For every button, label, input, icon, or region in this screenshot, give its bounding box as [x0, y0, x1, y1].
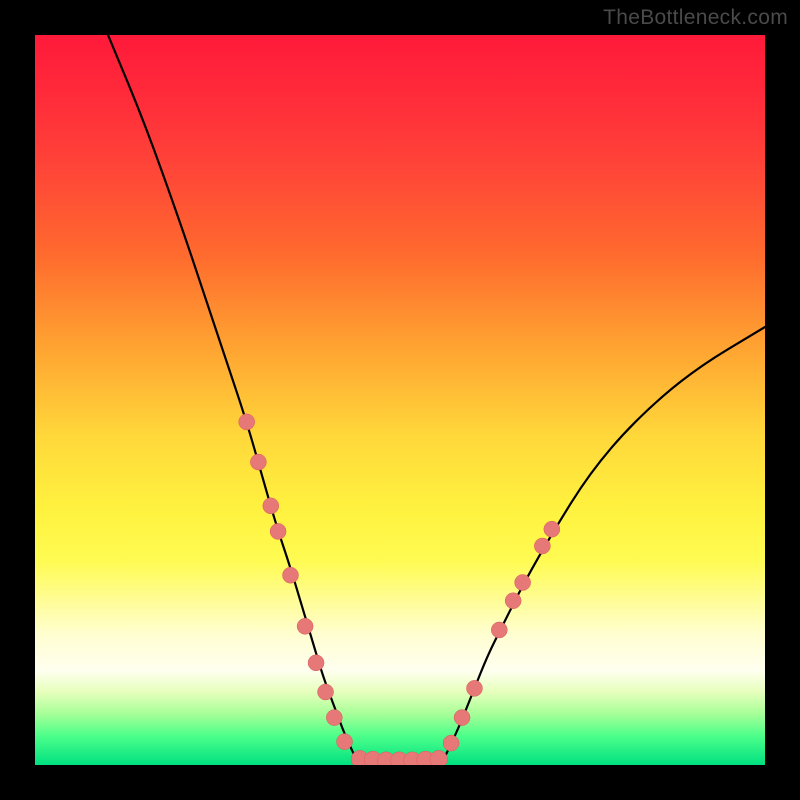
data-marker	[454, 710, 470, 726]
data-marker	[239, 414, 255, 430]
data-marker	[544, 521, 560, 537]
watermark-text: TheBottleneck.com	[603, 6, 788, 30]
series-right-curve	[444, 327, 765, 759]
data-marker	[282, 567, 298, 583]
marker-layer	[239, 414, 560, 765]
data-marker	[515, 574, 531, 590]
data-marker	[466, 680, 482, 696]
data-marker	[336, 734, 352, 750]
data-marker	[443, 735, 459, 751]
chart-svg	[35, 35, 765, 765]
curve-layer	[108, 35, 765, 761]
data-marker	[534, 538, 550, 554]
data-marker	[263, 498, 279, 514]
plot-area	[35, 35, 765, 765]
data-marker	[250, 454, 266, 470]
data-marker	[491, 622, 507, 638]
chart-frame: TheBottleneck.com	[0, 0, 800, 800]
series-left-curve	[108, 35, 356, 759]
data-marker	[430, 750, 448, 765]
data-marker	[318, 684, 334, 700]
data-marker	[308, 655, 324, 671]
data-marker	[297, 618, 313, 634]
data-marker	[326, 710, 342, 726]
data-marker	[270, 523, 286, 539]
data-marker	[505, 593, 521, 609]
